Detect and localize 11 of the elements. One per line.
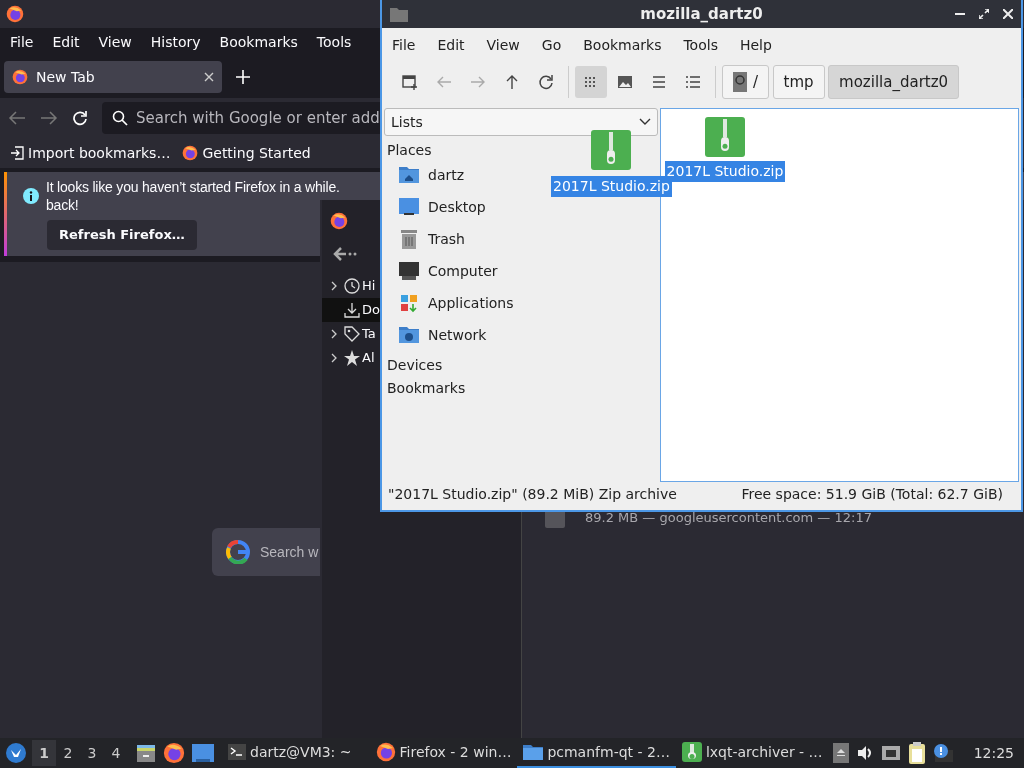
window-title: mozilla_dartz0 (640, 3, 763, 25)
section-heading: Places (386, 142, 433, 159)
section-heading: Devices (386, 357, 444, 374)
drag-label: 2017L Studio.zip (551, 176, 672, 197)
notice-text: back! (46, 196, 80, 214)
download-details: 89.2 MB — googleusercontent.com — 12:17 (585, 509, 872, 528)
free-space-text: Free space: 51.9 GiB (Total: 62.7 GiB) (741, 485, 1003, 504)
status-text: "2017L Studio.zip" (89.2 MiB) Zip archive (388, 485, 677, 504)
clock: 12:25 (973, 743, 1014, 763)
section-heading: Bookmarks (386, 380, 467, 397)
notice-text: It looks like you haven’t started Firefox in a while. (46, 178, 340, 196)
